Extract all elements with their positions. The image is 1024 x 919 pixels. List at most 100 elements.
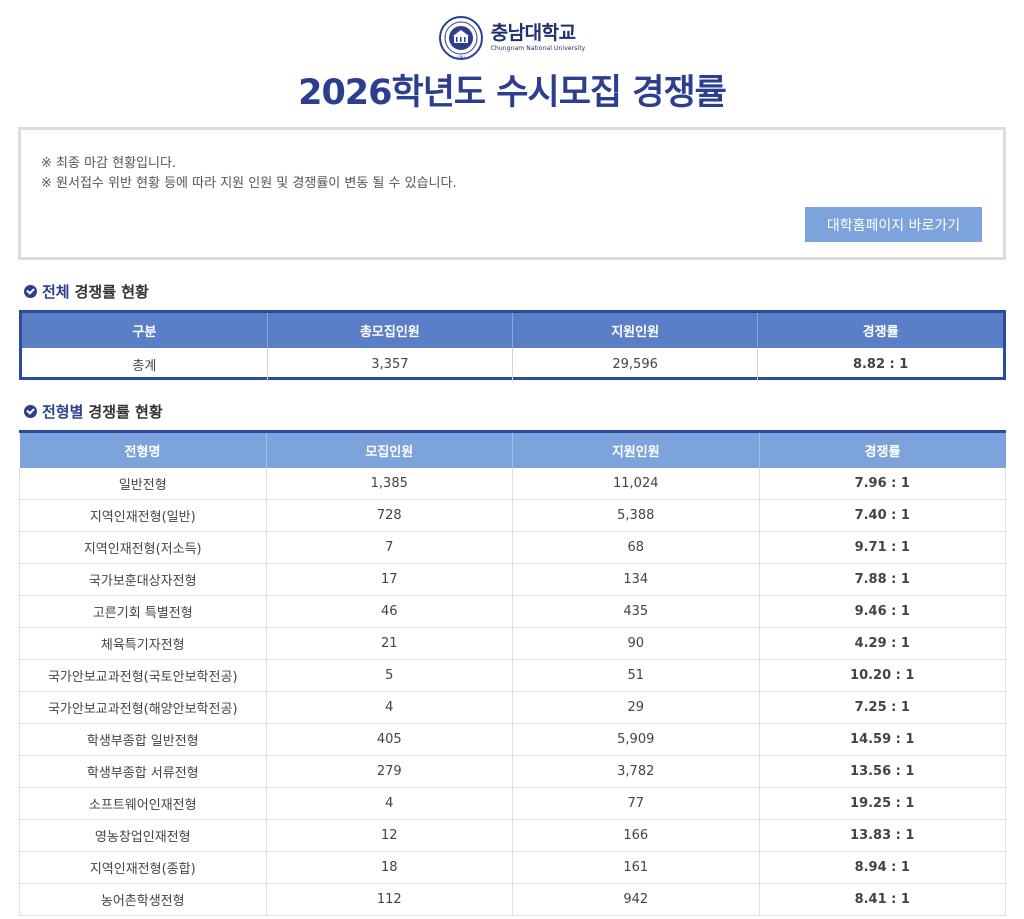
cell-ratio: 4.29 : 1 xyxy=(759,627,1006,660)
cell-applicants: 29,596 xyxy=(512,348,759,381)
cell-applicants: 5,909 xyxy=(512,723,760,756)
cell-quota: 5 xyxy=(266,659,513,692)
cell-applicants: 90 xyxy=(512,627,760,660)
cell-ratio: 7.96 : 1 xyxy=(759,468,1006,500)
cell-ratio: 10.20 : 1 xyxy=(759,659,1006,692)
total-table-header: 구분 총모집인원 지원인원 경쟁률 xyxy=(22,313,1003,348)
type-table: 전형명 모집인원 지원인원 경쟁률 일반전형 1,385 11,024 7.96 : … xyxy=(19,430,1006,919)
table-row: 농어촌학생전형 112 942 8.41 : 1 xyxy=(19,883,1006,916)
table-row: 총계 3,357 29,596 8.82 : 1 xyxy=(22,348,1003,381)
type-section-title: 전형별 경쟁률 현황 xyxy=(24,401,163,422)
cell-ratio: 9.46 : 1 xyxy=(759,595,1006,628)
table-row: 학생부종합 일반전형 405 5,909 14.59 : 1 xyxy=(19,723,1006,756)
cell-applicants: 5,388 xyxy=(512,499,760,532)
cell-applicants: 134 xyxy=(512,563,760,596)
section-title-accent: 전형별 xyxy=(42,403,84,421)
check-circle-icon xyxy=(24,405,37,418)
section-title-text: 경쟁률 현황 xyxy=(74,283,149,301)
cell-quota: 12 xyxy=(266,819,513,852)
section-title-accent: 전체 xyxy=(42,283,70,301)
cell-ratio: 9.71 : 1 xyxy=(759,531,1006,564)
cell-type-name: 국가안보교과전형(해양안보학전공) xyxy=(19,691,267,724)
page: CNU 충남대학교 Chungnam National University 2… xyxy=(0,0,1024,916)
cell-type-name: 소프트웨어인재전형 xyxy=(19,787,267,820)
cell-ratio: 7.25 : 1 xyxy=(759,691,1006,724)
cell-quota: 112 xyxy=(266,883,513,916)
header-ratio: 경쟁률 xyxy=(757,313,1003,348)
logo-text: 충남대학교 Chungnam National University xyxy=(491,24,586,52)
section-title-text: 경쟁률 현황 xyxy=(88,403,163,421)
logo-english: Chungnam National University xyxy=(490,45,586,52)
cell-quota: 46 xyxy=(266,595,513,628)
cell-type-name: 학생부종합 일반전형 xyxy=(19,723,267,756)
cell-ratio: 8.41 : 1 xyxy=(759,883,1006,916)
table-row: 체육특기자전형 21 90 4.29 : 1 xyxy=(19,627,1006,660)
total-section-title: 전체 경쟁률 현황 xyxy=(24,281,149,302)
table-row: 영농창업인재전형 12 166 13.83 : 1 xyxy=(19,819,1006,852)
cell-quota: 1,385 xyxy=(266,468,513,500)
header-quota: 모집인원 xyxy=(266,433,513,468)
header-type-name: 전형명 xyxy=(19,433,267,468)
cell-quota: 7 xyxy=(266,531,513,564)
university-homepage-button[interactable]: 대학홈페이지 바로가기 xyxy=(805,207,982,242)
cell-applicants: 29 xyxy=(512,691,760,724)
cell-applicants: 51 xyxy=(512,659,760,692)
type-table-header: 전형명 모집인원 지원인원 경쟁률 xyxy=(19,433,1006,468)
cell-applicants: 68 xyxy=(512,531,760,564)
table-row: 지역인재전형(종합) 18 161 8.94 : 1 xyxy=(19,851,1006,884)
cell-type-name: 체육특기자전형 xyxy=(19,627,267,660)
university-seal-icon: CNU xyxy=(438,16,483,60)
cell-category: 총계 xyxy=(22,348,268,381)
cell-type-name: 영농창업인재전형 xyxy=(19,819,267,852)
cell-type-name: 학생부종합 서류전형 xyxy=(19,755,267,788)
table-row: 학생부종합 서류전형 279 3,782 13.56 : 1 xyxy=(19,755,1006,788)
header-ratio: 경쟁률 xyxy=(759,433,1006,468)
cell-ratio: 13.83 : 1 xyxy=(759,819,1006,852)
page-title: 2026학년도 수시모집 경쟁률 xyxy=(298,73,727,113)
cell-applicants: 161 xyxy=(512,851,760,884)
header-total-quota: 총모집인원 xyxy=(267,313,514,348)
header-applicants: 지원인원 xyxy=(512,433,760,468)
cell-quota: 21 xyxy=(266,627,513,660)
cell-ratio: 19.25 : 1 xyxy=(759,787,1006,820)
table-row: 일반전형 1,385 11,024 7.96 : 1 xyxy=(19,468,1006,500)
cell-ratio: 13.56 : 1 xyxy=(759,755,1006,788)
cell-type-name: 일반전형 xyxy=(19,468,267,500)
notice-box: ※ 최종 마감 현황입니다. ※ 원서접수 위반 현황 등에 따라 지원 인원 … xyxy=(18,127,1006,260)
cell-applicants: 942 xyxy=(512,883,760,916)
table-row: 국가보훈대상자전형 17 134 7.88 : 1 xyxy=(19,563,1006,596)
cell-ratio: 14.59 : 1 xyxy=(759,723,1006,756)
cell-applicants: 3,782 xyxy=(512,755,760,788)
notice-line-change: ※ 원서접수 위반 현황 등에 따라 지원 인원 및 경쟁률이 변동 될 수 있… xyxy=(41,176,457,191)
table-row: 고른기회 특별전형 46 435 9.46 : 1 xyxy=(19,595,1006,628)
cell-quota: 17 xyxy=(266,563,513,596)
cell-type-name: 고른기회 특별전형 xyxy=(19,595,267,628)
logo-korean: 충남대학교 xyxy=(490,22,576,44)
cell-ratio: 7.40 : 1 xyxy=(759,499,1006,532)
cell-quota: 728 xyxy=(266,499,513,532)
cell-applicants: 77 xyxy=(512,787,760,820)
university-logo[interactable]: CNU 충남대학교 Chungnam National University xyxy=(0,16,1024,60)
cell-quota: 405 xyxy=(266,723,513,756)
cell-applicants: 166 xyxy=(512,819,760,852)
notice-line-final: ※ 최종 마감 현황입니다. xyxy=(41,156,177,171)
cell-total-quota: 3,357 xyxy=(267,348,514,381)
total-table: 구분 총모집인원 지원인원 경쟁률 총계 3,357 29,596 8.82 :… xyxy=(19,310,1006,381)
cell-ratio: 8.82 : 1 xyxy=(852,357,909,372)
table-row: 국가안보교과전형(해양안보학전공) 4 29 7.25 : 1 xyxy=(19,691,1006,724)
cell-ratio: 8.94 : 1 xyxy=(759,851,1006,884)
cell-type-name: 지역인재전형(일반) xyxy=(19,499,267,532)
check-circle-icon xyxy=(24,285,37,298)
header-category: 구분 xyxy=(22,313,268,348)
header-applicants: 지원인원 xyxy=(512,313,759,348)
cell-type-name: 국가보훈대상자전형 xyxy=(19,563,267,596)
table-row: 소프트웨어인재전형 4 77 19.25 : 1 xyxy=(19,787,1006,820)
cell-applicants: 435 xyxy=(512,595,760,628)
cell-type-name: 지역인재전형(저소득) xyxy=(19,531,267,564)
cell-quota: 4 xyxy=(266,787,513,820)
table-row: 지역인재전형(저소득) 7 68 9.71 : 1 xyxy=(19,531,1006,564)
cell-type-name: 농어촌학생전형 xyxy=(19,883,267,916)
cell-type-name: 국가안보교과전형(국토안보학전공) xyxy=(19,659,267,692)
cell-quota: 279 xyxy=(266,755,513,788)
cell-ratio: 7.88 : 1 xyxy=(759,563,1006,596)
